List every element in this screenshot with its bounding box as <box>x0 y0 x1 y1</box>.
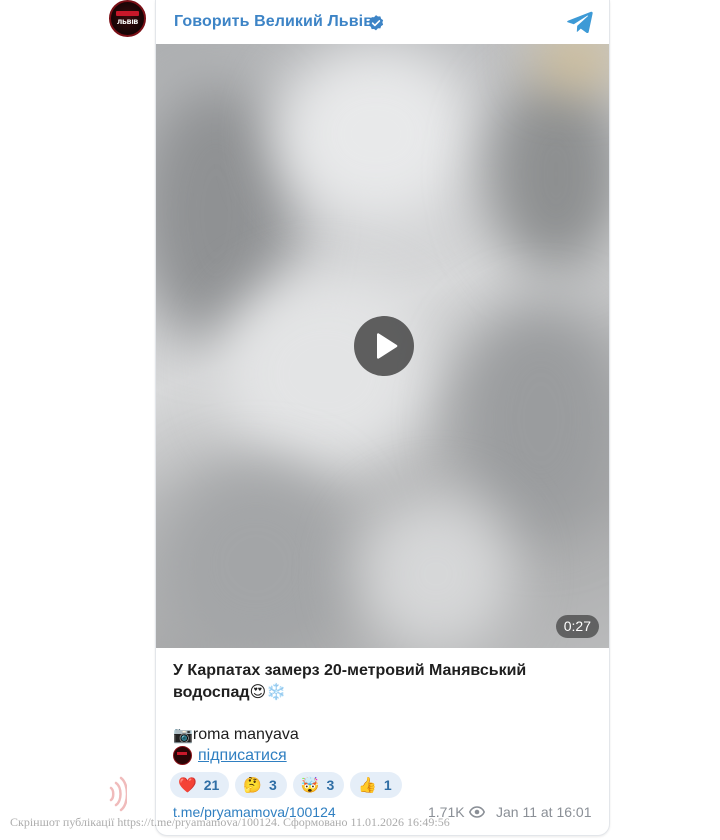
reaction-count: 1 <box>383 777 392 793</box>
play-icon <box>377 333 398 359</box>
thinking-face-icon: 🤔 <box>243 776 262 794</box>
post-card: Говорить Великий Львів 0:27 У Карпатах з… <box>155 0 610 836</box>
post-caption: У Карпатах замерз 20-метровий Манявський… <box>173 660 593 766</box>
reaction-count: 3 <box>268 777 277 793</box>
blur-shape <box>276 44 476 224</box>
avatar-logo-bar <box>116 11 139 16</box>
reaction-heart[interactable]: ❤️ 21 <box>170 772 230 798</box>
broadcast-signal-icon <box>109 776 127 812</box>
reaction-count: 3 <box>326 777 335 793</box>
verified-badge-icon <box>368 15 384 31</box>
camera-icon: 📷 <box>173 725 193 744</box>
reaction-thinking[interactable]: 🤔 3 <box>235 772 287 798</box>
telegram-plane-icon[interactable] <box>567 11 593 33</box>
heart-icon: ❤️ <box>178 776 197 794</box>
blur-shape <box>456 304 609 534</box>
caption-emojis: 😍❄️ <box>249 682 287 701</box>
post-date[interactable]: Jan 11 at 16:01 <box>496 804 591 820</box>
eye-icon <box>469 806 485 818</box>
reaction-mind-blown[interactable]: 🤯 3 <box>292 772 345 798</box>
reactions-bar: ❤️ 21 🤔 3 🤯 3 👍 1 <box>170 772 402 798</box>
video-duration: 0:27 <box>555 615 599 638</box>
photo-credit: roma manyava <box>192 726 299 743</box>
mind-blown-icon: 🤯 <box>300 776 320 794</box>
channel-avatar[interactable]: ЛЬВІВ <box>109 0 146 37</box>
thumbs-up-icon: 👍 <box>358 776 377 794</box>
blur-shape <box>356 494 516 648</box>
photo-credit-line: 📷 roma manyava <box>173 724 593 745</box>
blur-shape <box>486 74 609 274</box>
caption-title-line: У Карпатах замерз 20-метровий Манявський… <box>173 660 593 703</box>
reaction-count: 21 <box>203 777 220 793</box>
post-header: Говорить Великий Львів <box>156 0 609 44</box>
avatar-logo-text: ЛЬВІВ <box>116 18 139 26</box>
play-button[interactable] <box>354 316 414 376</box>
reaction-thumbs-up[interactable]: 👍 1 <box>350 772 402 798</box>
subscribe-line: підписатися <box>173 745 593 766</box>
caption-title: У Карпатах замерз 20-метровий Манявський… <box>173 662 527 701</box>
video-thumbnail[interactable]: 0:27 <box>156 44 609 648</box>
blur-shape <box>216 274 436 474</box>
screenshot-watermark: Скріншот публікації https://t.me/pryamam… <box>10 815 450 829</box>
blur-shape <box>156 464 356 648</box>
channel-mini-avatar-icon <box>173 746 192 765</box>
channel-name[interactable]: Говорить Великий Львів <box>174 13 373 31</box>
subscribe-link[interactable]: підписатися <box>198 745 287 766</box>
